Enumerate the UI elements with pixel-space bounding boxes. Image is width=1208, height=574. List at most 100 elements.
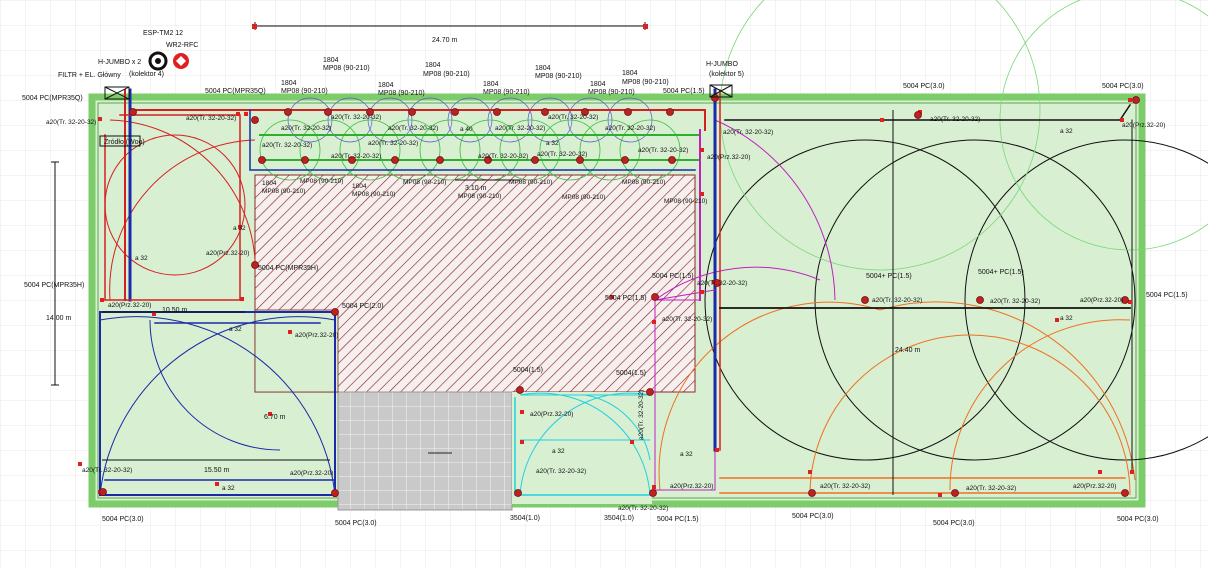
label-pc-15-top: 5004 PC(1.5) [663, 88, 705, 95]
label-1804-2: 1804 [323, 57, 339, 64]
pipe-label-a32-6: a 32 [222, 485, 235, 492]
pipe-label-tr-left: a20(Tr. 32-20-32) [46, 119, 96, 126]
label-pc-plus-b: 5004+ PC(1.5) [978, 269, 1024, 276]
pipe-label-a32-8: a 32 [680, 451, 693, 458]
label-pc-3-bottom-c: 5004 PC(3.0) [792, 513, 834, 520]
pipe-label-tr-10: a20(Tr. 32-20-32) [478, 153, 528, 160]
pipe-label-tr-21: a20(Tr. 32-20-32) [820, 483, 870, 490]
pipe-label-prz-5: a20(Prz.32-20) [295, 332, 338, 339]
dim-left-zone-b: 6.70 m [264, 414, 286, 421]
pipe-label-tr-16: a20(Tr. 32-20-32) [662, 316, 712, 323]
pipe-label-vertical: a20(Tr. 32-20-32) [638, 390, 645, 440]
label-1804-8: 1804 [622, 70, 638, 77]
label-1804-r2-3: 1804 [352, 183, 367, 190]
pipe-label-tr-9: a20(Tr. 32-20-32) [368, 140, 418, 147]
label-pc-1504-top: 5004(1.5) [513, 367, 543, 374]
rain-sensor-icon [173, 53, 189, 69]
pipe-label-tr-1: a20(Tr. 32-20-32) [281, 125, 331, 132]
label-sensor: WR2-RFC [166, 42, 198, 49]
label-mp08-r2-4: MP08 (90-210) [403, 179, 446, 186]
pipe-label-prz-9: a20(Prz.32-20) [670, 483, 713, 490]
pipe-label-prz-2: a20(Prz.32-20) [707, 154, 750, 161]
label-pc-3-top-b: 5004 PC(3.0) [1102, 83, 1144, 90]
pipe-label-tr-13: a20(Tr. 32-20-32) [723, 129, 773, 136]
pipe-label-tr-2: a20(Tr. 32-20-32) [331, 114, 381, 121]
label-collector-left: (kolektor 4) [129, 71, 164, 78]
pipe-label-tr-5: a20(Tr. 32-20-32) [548, 114, 598, 121]
label-pc-1504-bottom-b: 3504(1.0) [604, 515, 634, 522]
dim-left-zone-c: 15.50 m [204, 467, 229, 474]
label-mp08-r2-5: MP08 (90-210) [458, 193, 501, 200]
label-mp08-6: MP08 (90-210) [535, 73, 582, 80]
label-pc-15-mid-b: 5004 PC(1.5) [605, 295, 647, 302]
label-mp08-7: MP08 (90-210) [588, 89, 635, 96]
pipe-label-tr-15: a20(Tr. 32-20-32) [697, 280, 747, 287]
pipe-label-tr-11: a20(Tr. 32-20-32) [537, 151, 587, 158]
label-pc-15-mid-a: 5004 PC(1.5) [652, 273, 694, 280]
pipe-label-tr-20: a20(Tr. 32-20-32) [536, 468, 586, 475]
label-pc-mpr35q-left: 5004 PC(MPR35Q) [22, 95, 83, 102]
label-pc-mpr35h-center: 5004 PC(MPR35H) [258, 265, 318, 272]
label-pc-3-bottom-a: 5004 PC(3.0) [102, 516, 144, 523]
pipe-label-a32-5: a 32 [1060, 315, 1073, 322]
label-pc-15-bottom: 5004 PC(1.5) [657, 516, 699, 523]
dim-right-height: 24.40 m [895, 347, 920, 354]
label-pc-mpr35h-left: 5004 PC(MPR35H) [24, 282, 84, 289]
label-hjumbo-left: H-JUMBO x 2 [98, 59, 141, 66]
label-collector-right: (kolektor 5) [709, 71, 744, 78]
pipe-label-a32-1: a 32 [1060, 128, 1073, 135]
label-pc-15-right: 5004 PC(1.5) [1146, 292, 1188, 299]
pipe-label-a32-3: a 32 [229, 326, 242, 333]
irrigation-plan-canvas: 24.70 m 14.00 m 24.40 m 10.50 m 6.70 m 1… [0, 0, 1208, 569]
label-mp08-r2-6: MP08 (90-210) [509, 179, 552, 186]
pipe-label-a32-9: a 32 [546, 140, 559, 147]
label-mp08-1: MP08 (90-210) [281, 88, 328, 95]
label-1804-6: 1804 [535, 65, 551, 72]
pipe-label-tr-3: a20(Tr. 32-20-32) [388, 125, 438, 132]
label-mp08-r2-9: MP08 (90-210) [664, 198, 707, 205]
label-mp08-5: MP08 (90-210) [483, 89, 530, 96]
pipe-label-tr-19: a20(Tr. 32-20-32) [82, 467, 132, 474]
label-1804-1: 1804 [281, 80, 297, 87]
pipe-label-prz-1: a20(Prz.32-20) [1122, 122, 1165, 129]
label-1804-5: 1804 [483, 81, 499, 88]
pipe-label-tr-8: a20(Tr. 32-20-32) [331, 153, 381, 160]
dim-top-width: 24.70 m [432, 37, 457, 44]
pipe-label-a32-7: a 32 [552, 448, 565, 455]
pipe-label-prz-3: a20(Prz.32-20) [206, 250, 249, 257]
label-mp08-r2-1: MP08 (90-210) [262, 188, 305, 195]
label-1804-7: 1804 [590, 81, 606, 88]
label-esp-controller: ESP-TM2 12 [143, 30, 183, 37]
label-mp08-4: MP08 (90-210) [423, 71, 470, 78]
label-mp08-3: MP08 (90-210) [378, 90, 425, 97]
pipe-label-prz-8: a20(Prz.32-20) [290, 470, 333, 477]
label-mp08-r2-8: MP08 (90-210) [622, 179, 665, 186]
label-filter: FILTR + EL. Główny [58, 72, 121, 79]
esp-controller-icon [148, 51, 168, 71]
pipe-label-a32-2: a 32 [135, 255, 148, 262]
pipe-label-tr-4: a20(Tr. 32-20-32) [495, 125, 545, 132]
label-1804-4: 1804 [425, 62, 441, 69]
label-pc-3-bottom-e: 5004 PC(3.0) [1117, 516, 1159, 523]
label-mp08-r2-7: MP08 (90-210) [562, 194, 605, 201]
pipe-label-tr-7: a20(Tr. 32-20-32) [262, 142, 312, 149]
pipe-label-a40: a 40 [460, 126, 473, 133]
label-hjumbo-right: H-JUMBO [706, 61, 738, 68]
label-pc-plus-a: 5004+ PC(1.5) [866, 273, 912, 280]
label-pc-3-bottom-b: 5004 PC(3.0) [335, 520, 377, 527]
pipe-label-prz-6: a20(Prz.32-20) [1080, 297, 1123, 304]
pipe-label-prz-4: a20(Prz.32-20) [108, 302, 151, 309]
label-mp08-r2-3: MP08 (90-210) [352, 191, 395, 198]
dim-left-height: 14.00 m [46, 315, 71, 322]
pipe-label-tr-23: a20(Tr. 32-20-32) [618, 505, 668, 512]
pipe-label-tr-22: a20(Tr. 32-20-32) [966, 485, 1016, 492]
pipe-label-prz-10: a20(Prz.32-20) [1073, 483, 1116, 490]
label-pc-20: 5004 PC(2.0) [342, 303, 384, 310]
pipe-label-tr-top: a20(Tr. 32-20-32) [186, 115, 236, 122]
dim-center-small: 3.10 m [465, 185, 487, 192]
pipe-label-prz-7: a20(Prz.32-20) [530, 411, 573, 418]
label-1804-r2-1: 1804 [262, 180, 277, 187]
label-mp08-2: MP08 (90-210) [323, 65, 370, 72]
label-source: Źródło (Woo) [104, 137, 145, 146]
pipe-label-tr-6: a20(Tr. 32-20-32) [605, 125, 655, 132]
